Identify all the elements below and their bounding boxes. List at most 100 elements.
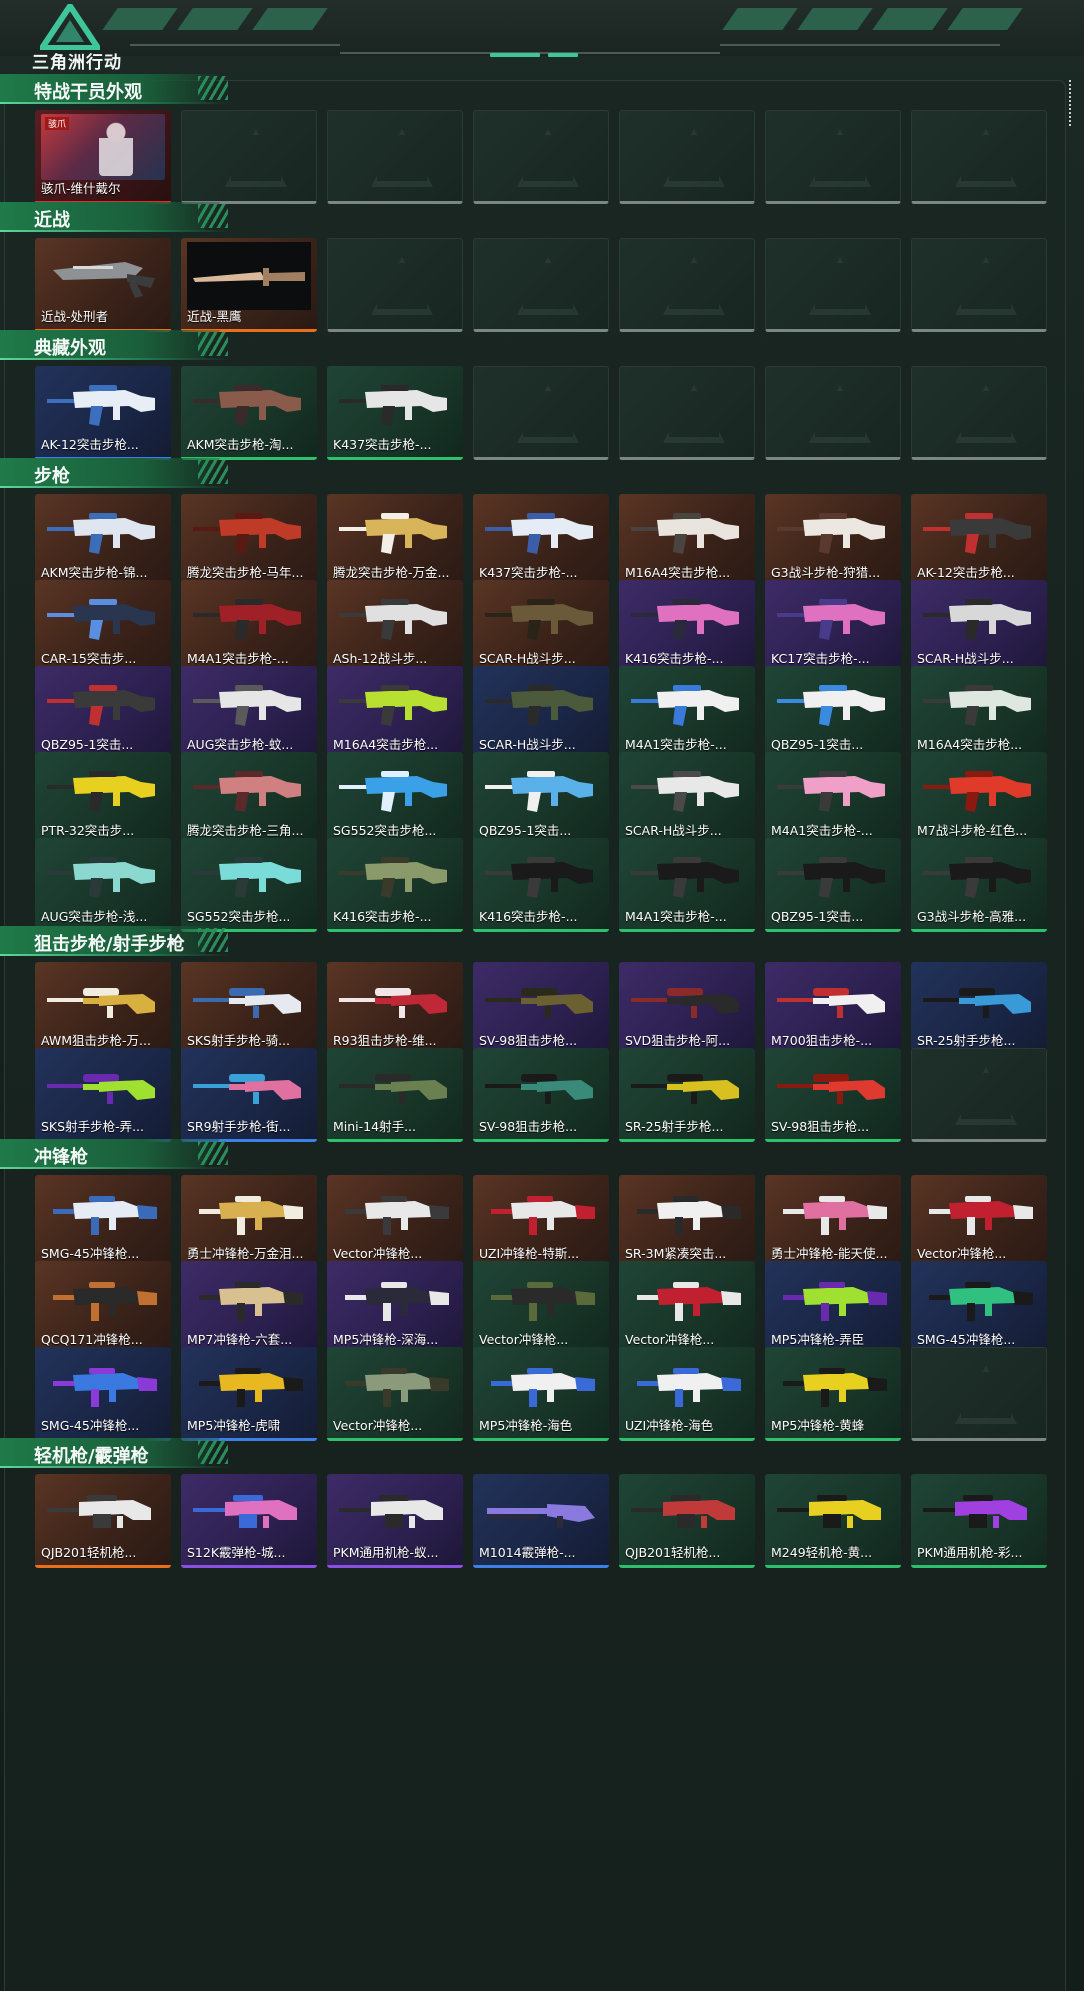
delta-placeholder-icon: [955, 1067, 1017, 1125]
weapon-icon: [923, 771, 1031, 812]
skin-card[interactable]: SCAR-H战斗步...: [911, 580, 1047, 674]
skin-card[interactable]: M16A4突击步枪...: [911, 666, 1047, 760]
skin-card[interactable]: M16A4突击步枪...: [327, 666, 463, 760]
empty-slot: [911, 1048, 1047, 1142]
skin-card[interactable]: UZI冲锋枪-特斯...: [473, 1175, 609, 1269]
skin-card[interactable]: 腾龙突击步枪-马年...: [181, 494, 317, 588]
skin-card[interactable]: UZI冲锋枪-海色: [619, 1347, 755, 1441]
skin-card[interactable]: K437突击步枪-...: [473, 494, 609, 588]
skin-card[interactable]: SV-98狙击步枪...: [473, 1048, 609, 1142]
skin-card[interactable]: AUG突击步枪-浅...: [35, 838, 171, 932]
skin-card[interactable]: PTR-32突击步...: [35, 752, 171, 846]
skin-card[interactable]: SMG-45冲锋枪...: [35, 1347, 171, 1441]
skin-card[interactable]: SR9射手步枪-街...: [181, 1048, 317, 1142]
skin-card-label: M4A1突击步枪-...: [187, 651, 289, 666]
skin-card[interactable]: SV-98狙击步枪...: [765, 1048, 901, 1142]
skin-card[interactable]: SV-98狙击步枪...: [473, 962, 609, 1056]
skin-card[interactable]: SCAR-H战斗步...: [473, 580, 609, 674]
skin-card[interactable]: MP7冲锋枪-六套...: [181, 1261, 317, 1355]
skin-card[interactable]: AK-12突击步枪...: [35, 366, 171, 460]
skin-card[interactable]: G3战斗步枪-高雅...: [911, 838, 1047, 932]
skin-card[interactable]: AK-12突击步枪...: [911, 494, 1047, 588]
skin-card[interactable]: M1014霰弹枪-...: [473, 1474, 609, 1568]
weapon-icon: [485, 1074, 593, 1104]
skin-card[interactable]: Mini-14射手...: [327, 1048, 463, 1142]
skin-card[interactable]: 腾龙突击步枪-三角...: [181, 752, 317, 846]
skin-card[interactable]: Vector冲锋枪...: [473, 1261, 609, 1355]
skin-card[interactable]: SVD狙击步枪-阿...: [619, 962, 755, 1056]
skin-card[interactable]: MP5冲锋枪-虎啸: [181, 1347, 317, 1441]
weapon-icon: [631, 599, 739, 640]
empty-slot: [473, 366, 609, 460]
skin-card[interactable]: PKM通用机枪-蚁...: [327, 1474, 463, 1568]
section-header: 狙击步枪/射手步枪: [0, 920, 240, 956]
skin-card[interactable]: SR-25射手步枪...: [619, 1048, 755, 1142]
skin-card[interactable]: AKM突击步枪-锦...: [35, 494, 171, 588]
skin-card[interactable]: MP5冲锋枪-黄蜂: [765, 1347, 901, 1441]
skin-card[interactable]: M7战斗步枪-红色...: [911, 752, 1047, 846]
skin-card[interactable]: M4A1突击步枪-...: [765, 752, 901, 846]
skin-card[interactable]: SKS射手步枪-弄...: [35, 1048, 171, 1142]
skin-card[interactable]: AKM突击步枪-淘...: [181, 366, 317, 460]
skin-card[interactable]: 近战-黑鹰: [181, 238, 317, 332]
skin-card[interactable]: Vector冲锋枪...: [327, 1175, 463, 1269]
skin-card[interactable]: SMG-45冲锋枪...: [911, 1261, 1047, 1355]
skin-card[interactable]: KC17突击步枪-...: [765, 580, 901, 674]
skin-card[interactable]: CAR-15突击步...: [35, 580, 171, 674]
skin-card[interactable]: QJB201轻机枪...: [619, 1474, 755, 1568]
skin-card[interactable]: AUG突击步枪-蚊...: [181, 666, 317, 760]
knife-icon: [193, 268, 305, 286]
skin-card[interactable]: MP5冲锋枪-深海...: [327, 1261, 463, 1355]
skin-card[interactable]: M4A1突击步枪-...: [619, 666, 755, 760]
skin-card[interactable]: 勇士冲锋枪-万金泪...: [181, 1175, 317, 1269]
skin-card[interactable]: SG552突击步枪...: [181, 838, 317, 932]
skin-card[interactable]: SKS射手步枪-骑...: [181, 962, 317, 1056]
skin-card[interactable]: Vector冲锋枪...: [619, 1261, 755, 1355]
skin-card[interactable]: M4A1突击步枪-...: [619, 838, 755, 932]
skin-card[interactable]: K416突击步枪-...: [473, 838, 609, 932]
skin-card[interactable]: Vector冲锋枪...: [911, 1175, 1047, 1269]
skin-card-label: SCAR-H战斗步...: [625, 823, 722, 838]
skin-card[interactable]: AWM狙击步枪-万...: [35, 962, 171, 1056]
skin-card[interactable]: ASh-12战斗步...: [327, 580, 463, 674]
skin-card[interactable]: G3战斗步枪-狩猎...: [765, 494, 901, 588]
header-decor-line: [130, 44, 340, 46]
skin-card[interactable]: SCAR-H战斗步...: [619, 752, 755, 846]
skin-card[interactable]: M249轻机枪-黄...: [765, 1474, 901, 1568]
skin-card-label: 勇士冲锋枪-能天使...: [771, 1246, 888, 1261]
skin-card[interactable]: S12K霰弹枪-城...: [181, 1474, 317, 1568]
skin-card[interactable]: MP5冲锋枪-海色: [473, 1347, 609, 1441]
skin-card[interactable]: 腾龙突击步枪-万金...: [327, 494, 463, 588]
skin-card[interactable]: QJB201轻机枪...: [35, 1474, 171, 1568]
skin-card[interactable]: M16A4突击步枪...: [619, 494, 755, 588]
skin-card[interactable]: K416突击步枪-...: [619, 580, 755, 674]
skin-card[interactable]: K437突击步枪-...: [327, 366, 463, 460]
skin-card[interactable]: 近战-处刑者: [35, 238, 171, 332]
skin-card[interactable]: QBZ95-1突击...: [35, 666, 171, 760]
skin-card[interactable]: QCQ171冲锋枪...: [35, 1261, 171, 1355]
skin-card[interactable]: SR-3M紧凑突击...: [619, 1175, 755, 1269]
skin-card-label: M1014霰弹枪-...: [479, 1545, 576, 1560]
skin-card[interactable]: SMG-45冲锋枪...: [35, 1175, 171, 1269]
skin-card[interactable]: SR-25射手步枪...: [911, 962, 1047, 1056]
skin-card[interactable]: R93狙击步枪-维...: [327, 962, 463, 1056]
section-header-stripes: [198, 1141, 228, 1165]
skin-card-label: MP5冲锋枪-黄蜂: [771, 1418, 865, 1433]
skin-card[interactable]: QBZ95-1突击...: [765, 666, 901, 760]
skin-card[interactable]: PKM通用机枪-彩...: [911, 1474, 1047, 1568]
scrollbar[interactable]: [1069, 80, 1075, 126]
skin-card[interactable]: QBZ95-1突击...: [473, 752, 609, 846]
skin-card[interactable]: M4A1突击步枪-...: [181, 580, 317, 674]
skin-card[interactable]: K416突击步枪-...: [327, 838, 463, 932]
skin-card[interactable]: SG552突击步枪...: [327, 752, 463, 846]
skin-card[interactable]: 骇爪 骇爪-维什戴尔: [35, 110, 171, 204]
section-title: 冲锋枪: [34, 1147, 88, 1168]
skin-card[interactable]: 勇士冲锋枪-能天使...: [765, 1175, 901, 1269]
skin-card[interactable]: MP5冲锋枪-弄臣: [765, 1261, 901, 1355]
skin-card[interactable]: M700狙击步枪-...: [765, 962, 901, 1056]
section-title: 狙击步枪/射手步枪: [34, 934, 185, 955]
skin-card-label: MP5冲锋枪-海色: [479, 1418, 573, 1433]
skin-card[interactable]: Vector冲锋枪...: [327, 1347, 463, 1441]
skin-card[interactable]: SCAR-H战斗步...: [473, 666, 609, 760]
skin-card[interactable]: QBZ95-1突击...: [765, 838, 901, 932]
